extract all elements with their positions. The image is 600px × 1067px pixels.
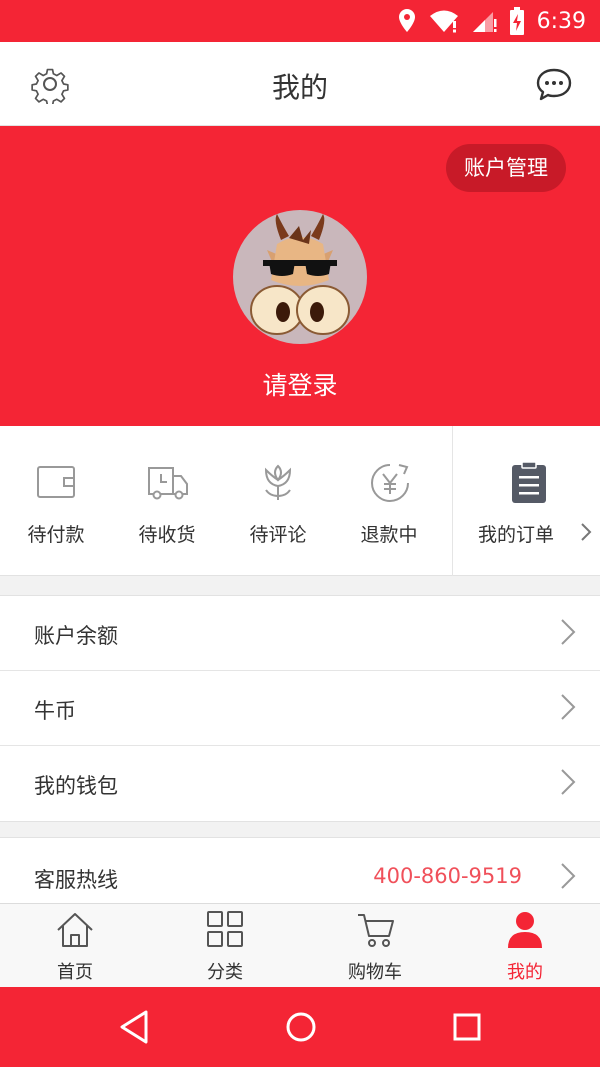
chevron-right-icon [561,863,576,889]
header: 我的 [0,42,600,126]
menu-item-account-balance[interactable]: 账户余额 [0,596,600,671]
menu-item-label: 牛币 [34,699,76,723]
goat-avatar-icon [250,214,350,335]
delivery-truck-icon [148,467,188,500]
wallet-icon [37,466,75,498]
status-bar: 6:39 [0,0,600,42]
wifi-icon [429,10,458,33]
menu-item-label: 客服热线 [34,868,118,892]
recents-square-icon[interactable] [452,1009,482,1045]
battery-charging-icon [509,7,524,35]
system-navigation-bar [0,987,600,1067]
back-icon[interactable] [118,1009,150,1045]
chat-icon[interactable] [534,64,574,104]
menu-item-my-wallet[interactable]: 我的钱包 [0,746,600,821]
my-orders-label: 我的订单 [478,524,555,546]
hotline-number[interactable]: 400-860-9519 [373,864,522,888]
clock: 6:39 [536,8,586,34]
cart-icon [358,914,394,947]
chevron-right-icon [561,619,576,645]
person-icon [508,912,542,948]
chevron-right-icon [581,523,592,541]
order-pending-payment[interactable]: 待付款 [0,426,112,576]
refund-yen-icon [371,464,409,502]
profile-banner: 账户管理 请登录 [0,126,600,426]
avatar[interactable] [233,210,367,344]
menu-item-niu-coins[interactable]: 牛币 [0,671,600,746]
grid-icon [207,911,243,947]
chevron-right-icon [561,694,576,720]
tab-mine[interactable]: 我的 [450,904,600,988]
order-label: 退款中 [360,524,418,546]
order-shortcuts: 待付款 待收货 待评论 退款中 我的订单 [0,426,600,576]
support-menu: 客服热线 400-860-9519 [0,837,600,904]
account-management-button[interactable]: 账户管理 [446,144,566,192]
clipboard-icon [512,462,546,503]
tulip-icon [264,464,292,500]
menu-item-customer-hotline[interactable]: 客服热线 400-860-9519 [0,838,600,904]
tab-label: 我的 [507,962,543,983]
my-orders-button[interactable]: 我的订单 [452,426,600,576]
login-link[interactable]: 请登录 [0,366,600,402]
tab-cart[interactable]: 购物车 [300,904,450,988]
menu-item-label: 账户余额 [34,624,118,648]
order-pending-review[interactable]: 待评论 [222,426,334,576]
tab-label: 购物车 [348,962,402,983]
signal-icon [472,12,497,32]
home-circle-icon[interactable] [284,1009,318,1045]
tab-category[interactable]: 分类 [150,904,300,988]
tab-home[interactable]: 首页 [0,904,150,988]
tab-label: 首页 [57,962,93,983]
menu-item-label: 我的钱包 [34,774,118,798]
account-menu: 账户余额 牛币 我的钱包 [0,595,600,822]
order-label: 待评论 [249,524,307,546]
home-icon [57,913,93,947]
order-refunding[interactable]: 退款中 [333,426,445,576]
order-pending-receipt[interactable]: 待收货 [111,426,223,576]
location-icon [398,9,415,32]
tab-label: 分类 [207,962,243,983]
order-label: 待收货 [138,524,196,546]
status-icons: 6:39 [397,6,586,36]
bottom-tab-bar: 首页 分类 购物车 我的 [0,903,600,987]
order-label: 待付款 [27,524,85,546]
chevron-right-icon [561,769,576,795]
page-title: 我的 [271,71,328,104]
